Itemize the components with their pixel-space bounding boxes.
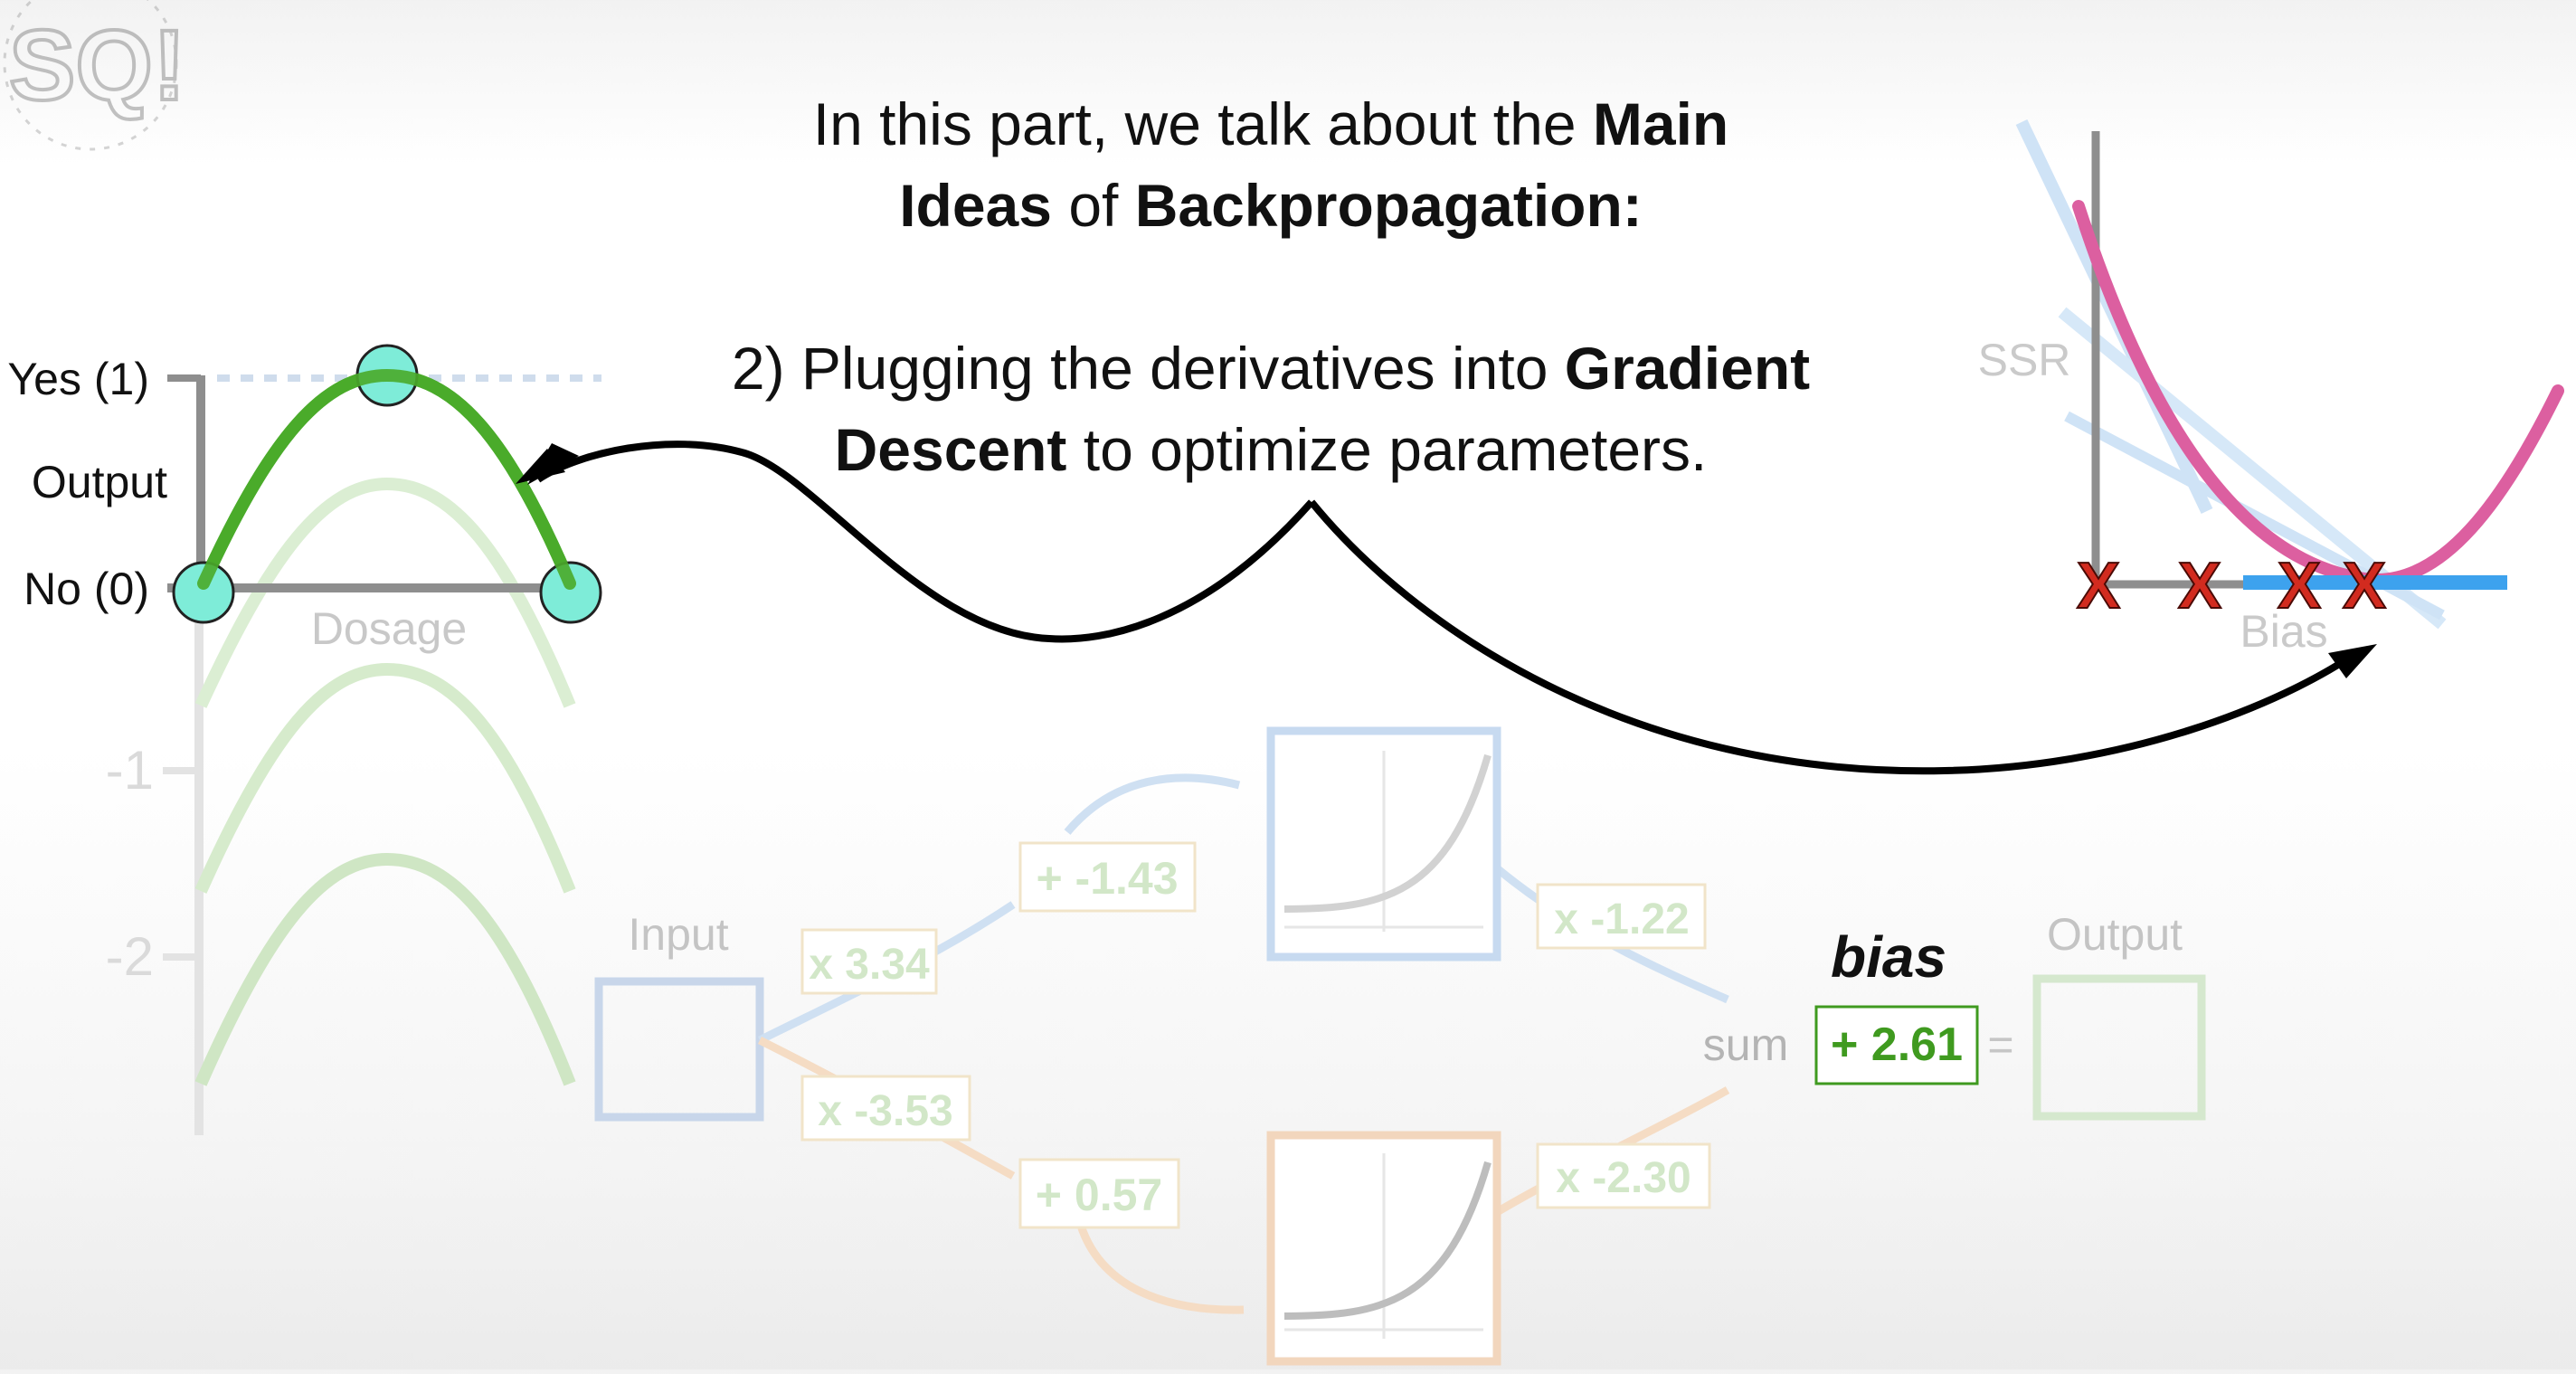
headline-bold-gradient: Gradient xyxy=(1564,335,1811,402)
weight-w4: x -2.30 xyxy=(1556,1154,1690,1202)
headline-text: In this part, we talk about the xyxy=(812,90,1593,157)
faded-curve-3 xyxy=(194,852,576,1086)
headline-line-1: In this part, we talk about the Main Ide… xyxy=(579,83,1963,246)
bias-step-marker-4: X xyxy=(2343,550,2386,622)
bias-b1: + -1.43 xyxy=(1036,853,1178,904)
headline-text-of: of xyxy=(1051,172,1135,239)
network-output-label: Output xyxy=(2047,909,2183,960)
equals-sign: = xyxy=(1987,1019,2013,1070)
weight-w1: x 3.34 xyxy=(809,941,930,989)
edge-bias-bottom xyxy=(1076,1224,1245,1314)
network-input-label: Input xyxy=(628,909,728,960)
headline-bold-backprop: Backpropagation: xyxy=(1134,172,1643,239)
slide: SQ! Input x 3.34 x -3.53 + -1.43 + 0.57 xyxy=(0,0,2576,1369)
y-label-no: No (0) xyxy=(24,564,149,614)
input-node xyxy=(594,977,764,1122)
headline-step-end: to optimize parameters. xyxy=(1066,416,1708,483)
neural-network: Input x 3.34 x -3.53 + -1.43 + 0.57 x -1… xyxy=(594,726,2206,1366)
bias-step-marker-2: X xyxy=(2178,550,2221,622)
bias-b2: + 0.57 xyxy=(1036,1170,1162,1220)
bias-label: bias xyxy=(1831,924,1946,990)
headline-line-2: 2) Plugging the derivatives into Gradien… xyxy=(579,327,1963,490)
output-plot: -1 -2 Yes (1) Output No (0) Dosage xyxy=(7,344,602,1135)
ssr-plot: SSR Bias X X X X xyxy=(1978,118,2564,657)
bias-step-marker-1: X xyxy=(2077,550,2120,622)
statquest-logo: SQ! xyxy=(3,0,188,151)
headline-bold-descent: Descent xyxy=(834,416,1067,483)
y-tick-neg2: -2 xyxy=(106,926,154,987)
headline-bold-main: Main xyxy=(1592,90,1729,157)
bias-step-marker-3: X xyxy=(2278,550,2321,622)
edge-bias-top xyxy=(1064,773,1241,835)
headline-bold-ideas: Ideas xyxy=(899,172,1052,239)
x-label-dosage: Dosage xyxy=(311,603,467,654)
headline-step-text: 2) Plugging the derivatives into xyxy=(731,335,1565,402)
output-node xyxy=(2032,974,2206,1121)
y-label-yes: Yes (1) xyxy=(7,354,149,404)
logo-text: SQ! xyxy=(9,10,186,121)
ssr-axis-label: SSR xyxy=(1978,335,2071,385)
weight-w2: x -3.53 xyxy=(818,1087,952,1135)
slide-headline: In this part, we talk about the Main Ide… xyxy=(579,83,1963,490)
sum-label: sum xyxy=(1703,1019,1788,1070)
weight-w3: x -1.22 xyxy=(1554,895,1689,943)
arrowhead-right xyxy=(2328,644,2377,678)
y-label-output: Output xyxy=(32,457,167,507)
y-tick-neg1: -1 xyxy=(106,740,154,801)
bias-value: + 2.61 xyxy=(1831,1019,1963,1071)
